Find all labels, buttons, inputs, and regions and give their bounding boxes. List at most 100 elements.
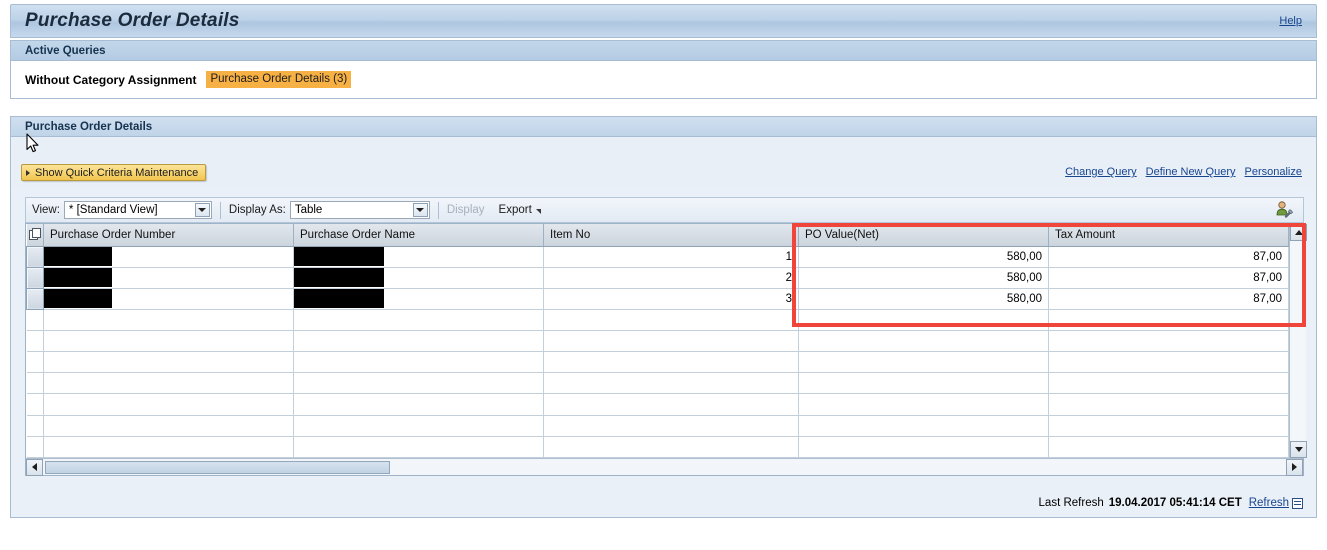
horizontal-scrollbar[interactable] — [26, 458, 1303, 476]
column-header-po-number[interactable]: Purchase Order Number — [43, 224, 294, 247]
quick-criteria-label: Show Quick Criteria Maintenance — [35, 166, 199, 179]
chevron-down-icon[interactable] — [194, 203, 210, 217]
table-row-empty[interactable] — [26, 372, 1289, 395]
view-select[interactable]: * [Standard View] — [63, 201, 212, 219]
copy-icon[interactable] — [29, 227, 42, 240]
row-selector[interactable] — [26, 372, 44, 395]
view-label: View: — [32, 204, 60, 216]
cell-po_name — [293, 267, 544, 289]
row-selector[interactable] — [26, 393, 44, 416]
cell-empty — [293, 309, 544, 332]
cell-empty — [798, 393, 1049, 416]
cell-empty — [543, 351, 799, 374]
results-table: Purchase Order Number Purchase Order Nam… — [25, 223, 1307, 476]
export-label: Export — [498, 204, 532, 216]
cell-po_value_net: 580,00 — [798, 288, 1049, 310]
cell-po_name — [293, 246, 544, 268]
table-row-empty[interactable] — [26, 393, 1289, 416]
vertical-scroll-track[interactable] — [1290, 241, 1306, 441]
row-selector[interactable] — [26, 266, 44, 289]
cell-empty — [543, 393, 799, 416]
table-toolbar: View: * [Standard View] Display As: Tabl… — [25, 197, 1304, 223]
query-chip-purchase-order-details[interactable]: Purchase Order Details (3) — [206, 71, 352, 88]
row-selector[interactable] — [26, 309, 44, 332]
table-row-empty[interactable] — [26, 330, 1289, 353]
vertical-scrollbar[interactable] — [1289, 224, 1307, 458]
change-query-link[interactable]: Change Query — [1065, 166, 1137, 178]
cell-empty — [1048, 393, 1289, 416]
cell-po_name — [293, 288, 544, 310]
expand-triangle-icon — [26, 169, 30, 176]
cell-empty — [1048, 330, 1289, 353]
cell-tax_amount: 87,00 — [1048, 288, 1289, 310]
cell-empty — [543, 415, 799, 437]
cell-empty — [293, 415, 544, 437]
export-button[interactable]: Export — [499, 204, 541, 216]
cell-tax_amount: 87,00 — [1048, 267, 1289, 289]
select-all-cell[interactable] — [26, 224, 44, 247]
cell-empty — [1048, 415, 1289, 437]
table-main: Purchase Order Number Purchase Order Nam… — [26, 224, 1307, 459]
table-row-empty[interactable] — [26, 415, 1289, 437]
table-row[interactable]: 1 580,00 87,00 — [26, 245, 1289, 268]
active-queries-header: Active Queries — [11, 41, 1316, 61]
last-refresh-timestamp: 19.04.2017 05:41:14 CET — [1108, 497, 1242, 509]
row-selector[interactable] — [26, 330, 44, 353]
toolbar-divider-1 — [219, 201, 221, 219]
display-as-select[interactable]: Table — [289, 201, 430, 219]
column-header-po-value-net[interactable]: PO Value(Net) — [798, 224, 1049, 247]
cell-empty — [43, 415, 294, 437]
horizontal-scroll-thumb[interactable] — [45, 460, 390, 474]
row-selector[interactable] — [26, 245, 44, 268]
row-selector[interactable] — [26, 436, 44, 459]
table-row-empty[interactable] — [26, 436, 1289, 459]
purchase-order-details-panel: Purchase Order Details Show Quick Criter… — [10, 116, 1317, 518]
cell-item_no: 1 — [543, 246, 799, 268]
row-selector[interactable] — [26, 287, 44, 310]
redacted-value — [294, 247, 384, 267]
scroll-left-button[interactable] — [26, 458, 43, 476]
redacted-value — [44, 289, 112, 309]
user-settings-icon[interactable] — [1273, 200, 1295, 220]
cell-po_value_net: 580,00 — [798, 267, 1049, 289]
purchase-order-grid: Purchase Order Number Purchase Order Nam… — [26, 224, 1289, 459]
help-link[interactable]: Help — [1279, 15, 1302, 27]
cell-empty — [543, 436, 799, 459]
category-label: Without Category Assignment — [25, 72, 197, 87]
cell-empty — [43, 436, 294, 459]
scroll-right-button[interactable] — [1286, 458, 1303, 476]
table-row[interactable]: 2 580,00 87,00 — [26, 266, 1289, 289]
refresh-link[interactable]: Refresh — [1249, 497, 1289, 509]
cell-empty — [1048, 351, 1289, 374]
personalize-link[interactable]: Personalize — [1245, 166, 1302, 178]
define-new-query-link[interactable]: Define New Query — [1146, 166, 1236, 178]
dropdown-caret-icon — [535, 209, 541, 214]
redacted-value — [44, 247, 112, 267]
cell-empty — [543, 309, 799, 332]
table-header: Purchase Order Number Purchase Order Nam… — [26, 224, 1289, 247]
cell-empty — [293, 351, 544, 374]
display-as-select-value: Table — [294, 204, 323, 216]
cell-empty — [293, 330, 544, 353]
footer-bar: Last Refresh 19.04.2017 05:41:14 CET Ref… — [10, 490, 1317, 516]
refresh-icon[interactable] — [1292, 497, 1303, 509]
row-selector[interactable] — [26, 415, 44, 437]
query-links: Change Query Define New Query Personaliz… — [1065, 166, 1302, 178]
scroll-down-button[interactable] — [1290, 441, 1307, 458]
last-refresh-label: Last Refresh — [1038, 497, 1104, 509]
scroll-up-button[interactable] — [1290, 224, 1307, 241]
row-selector[interactable] — [26, 351, 44, 374]
table-row[interactable]: 3 580,00 87,00 — [26, 287, 1289, 310]
table-row-empty[interactable] — [26, 309, 1289, 332]
column-header-po-name[interactable]: Purchase Order Name — [293, 224, 544, 247]
display-button: Display — [446, 204, 485, 216]
table-row-empty[interactable] — [26, 351, 1289, 374]
chevron-down-icon[interactable] — [412, 203, 428, 217]
cell-empty — [43, 309, 294, 332]
redacted-value — [44, 268, 112, 288]
column-header-item-no[interactable]: Item No — [543, 224, 799, 247]
cell-tax_amount: 87,00 — [1048, 246, 1289, 268]
cell-empty — [798, 372, 1049, 395]
show-quick-criteria-maintenance-button[interactable]: Show Quick Criteria Maintenance — [21, 164, 207, 181]
column-header-tax-amount[interactable]: Tax Amount — [1048, 224, 1289, 247]
